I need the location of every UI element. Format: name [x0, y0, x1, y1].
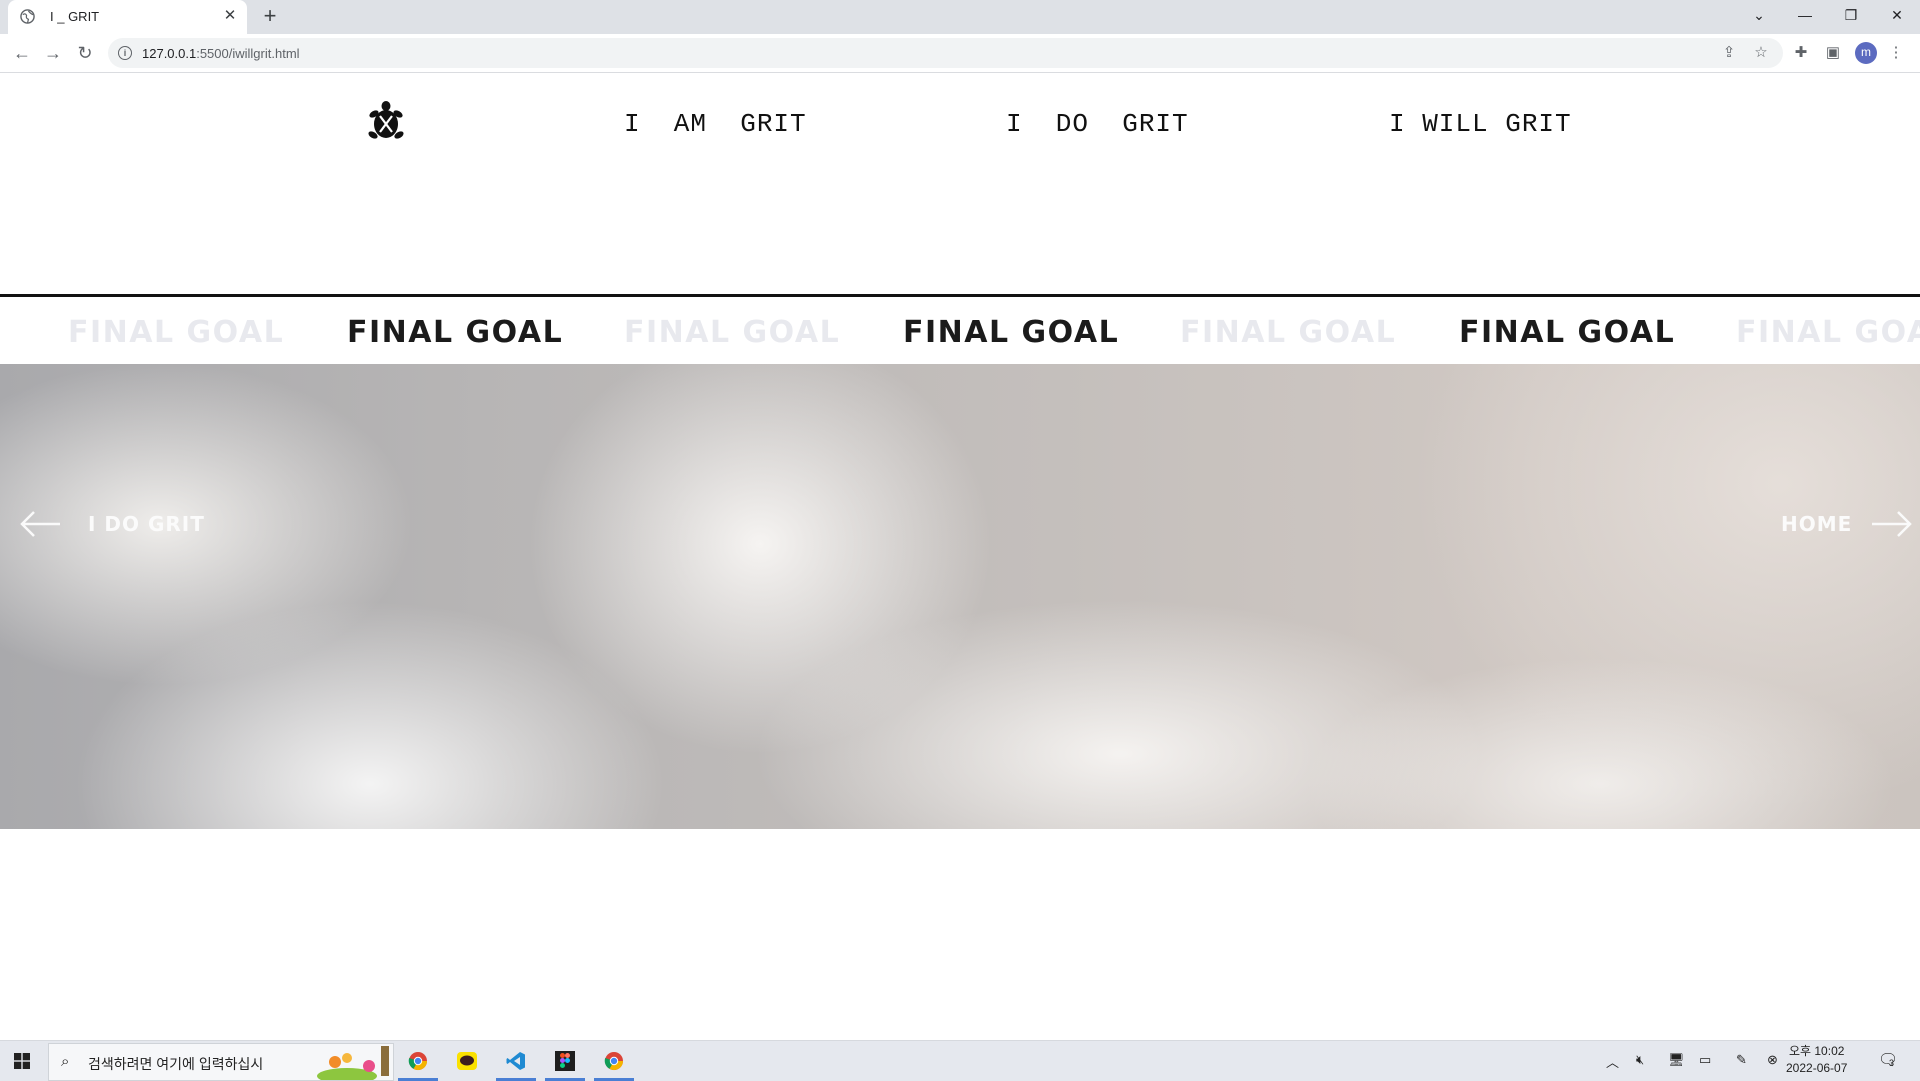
reload-icon[interactable]: ↻	[73, 41, 97, 65]
network-icon[interactable]: 🖥︎	[1668, 1052, 1685, 1068]
forward-arrow-icon[interactable]: →	[41, 41, 65, 65]
pen-icon[interactable]: ✎	[1736, 1052, 1747, 1068]
next-page-link[interactable]: HOME	[1781, 512, 1852, 536]
restore-button[interactable]: ❐	[1828, 0, 1874, 34]
battery-icon[interactable]: ▭	[1699, 1052, 1711, 1068]
profile-avatar[interactable]: m	[1855, 42, 1877, 64]
system-clock[interactable]: 오후 10:02 2022-06-07	[1786, 1043, 1847, 1077]
bookmark-star-icon[interactable]: ☆	[1752, 44, 1770, 62]
search-highlight-illustration	[317, 1046, 389, 1080]
clock-time: 오후 10:02	[1788, 1044, 1845, 1058]
nav-i-am-grit[interactable]: I AM GRIT	[624, 109, 807, 139]
turtle-logo-icon[interactable]	[366, 100, 406, 142]
windows-start-icon[interactable]	[14, 1053, 30, 1069]
more-menu-icon[interactable]: ⋮	[1885, 42, 1907, 64]
tab-title: I _ GRIT	[50, 9, 100, 24]
url-host: 127.0.0.1	[142, 46, 197, 61]
search-placeholder: 검색하려면 여기에 입력하십시	[88, 1056, 264, 1072]
taskbar-kakaotalk[interactable]	[443, 1041, 491, 1081]
nav-i-do-grit[interactable]: I DO GRIT	[1006, 109, 1189, 139]
back-arrow-icon[interactable]: ←	[10, 41, 34, 65]
taskbar-chrome-2[interactable]	[590, 1041, 638, 1081]
marquee-item: FINAL GOAL	[347, 315, 564, 350]
arrow-right-icon[interactable]	[1870, 509, 1914, 539]
search-icon: ⌕	[61, 1053, 70, 1070]
browser-toolbar: ← → ↻ i 127.0.0.1:5500/iwillgrit.html ⇪ …	[0, 34, 1920, 73]
taskbar-figma[interactable]	[541, 1041, 589, 1081]
final-goal-marquee: FINAL GOAL FINAL GOAL FINAL GOAL FINAL G…	[0, 297, 1920, 363]
address-bar[interactable]: i 127.0.0.1:5500/iwillgrit.html ⇪ ☆	[108, 38, 1783, 68]
marquee-item: FINAL GOAL	[1180, 315, 1397, 350]
kakaotalk-icon	[457, 1052, 477, 1070]
nav-i-will-grit[interactable]: I WILL GRIT	[1389, 109, 1572, 139]
marquee-item: FINAL GOAL	[1736, 315, 1920, 350]
clock-date: 2022-06-07	[1786, 1061, 1848, 1075]
marquee-item: FINAL GOAL	[624, 315, 841, 350]
browser-tab-strip: I _ GRIT ✕ + ⌄ — ❐ ✕	[0, 0, 1920, 34]
url-text[interactable]: 127.0.0.1:5500/iwillgrit.html	[142, 46, 300, 61]
extensions-puzzle-icon[interactable]: ✚	[1790, 42, 1812, 64]
chrome-icon	[604, 1052, 623, 1071]
tab-search-chevron-icon[interactable]: ⌄	[1736, 0, 1782, 34]
close-tab-icon[interactable]: ✕	[222, 8, 238, 24]
taskbar-vscode[interactable]	[492, 1041, 540, 1081]
taskbar-search-box[interactable]: ⌕ 검색하려면 여기에 입력하십시	[48, 1043, 394, 1081]
globe-icon	[20, 9, 35, 24]
notification-count: 3	[1889, 1058, 1895, 1068]
prev-page-link[interactable]: I DO GRIT	[88, 512, 205, 536]
hero-cloud-banner: I DO GRIT HOME	[0, 364, 1920, 829]
figma-icon	[555, 1051, 575, 1071]
share-icon[interactable]: ⇪	[1720, 44, 1738, 62]
marquee-item: FINAL GOAL	[68, 315, 285, 350]
taskbar-chrome[interactable]	[394, 1041, 442, 1081]
chrome-icon	[408, 1052, 427, 1071]
minimize-button[interactable]: —	[1782, 0, 1828, 34]
ime-icon[interactable]: ⊗	[1767, 1052, 1778, 1068]
close-window-button[interactable]: ✕	[1874, 0, 1920, 34]
web-page: I AM GRIT I DO GRIT I WILL GRIT FINAL GO…	[0, 73, 1920, 1040]
speaker-muted-icon[interactable]: 🔇︎	[1636, 1052, 1644, 1068]
notification-center-icon[interactable]: 🗨︎ 3	[1878, 1050, 1900, 1072]
site-info-icon[interactable]: i	[118, 46, 132, 60]
marquee-item: FINAL GOAL	[1459, 315, 1676, 350]
new-tab-button[interactable]: +	[258, 5, 282, 29]
vscode-icon	[506, 1052, 525, 1070]
marquee-item: FINAL GOAL	[903, 315, 1120, 350]
arrow-left-icon[interactable]	[18, 509, 62, 539]
url-path: :5500/iwillgrit.html	[196, 46, 300, 61]
browser-tab[interactable]: I _ GRIT ✕	[8, 0, 247, 34]
side-panel-icon[interactable]: ▣	[1822, 42, 1844, 64]
windows-taskbar: ⌕ 검색하려면 여기에 입력하십시 ︿ 🔇︎ 🖥︎ ▭ ✎ ⊗ 오후 10:02…	[0, 1040, 1920, 1081]
tray-overflow-chevron-icon[interactable]: ︿	[1606, 1052, 1619, 1071]
